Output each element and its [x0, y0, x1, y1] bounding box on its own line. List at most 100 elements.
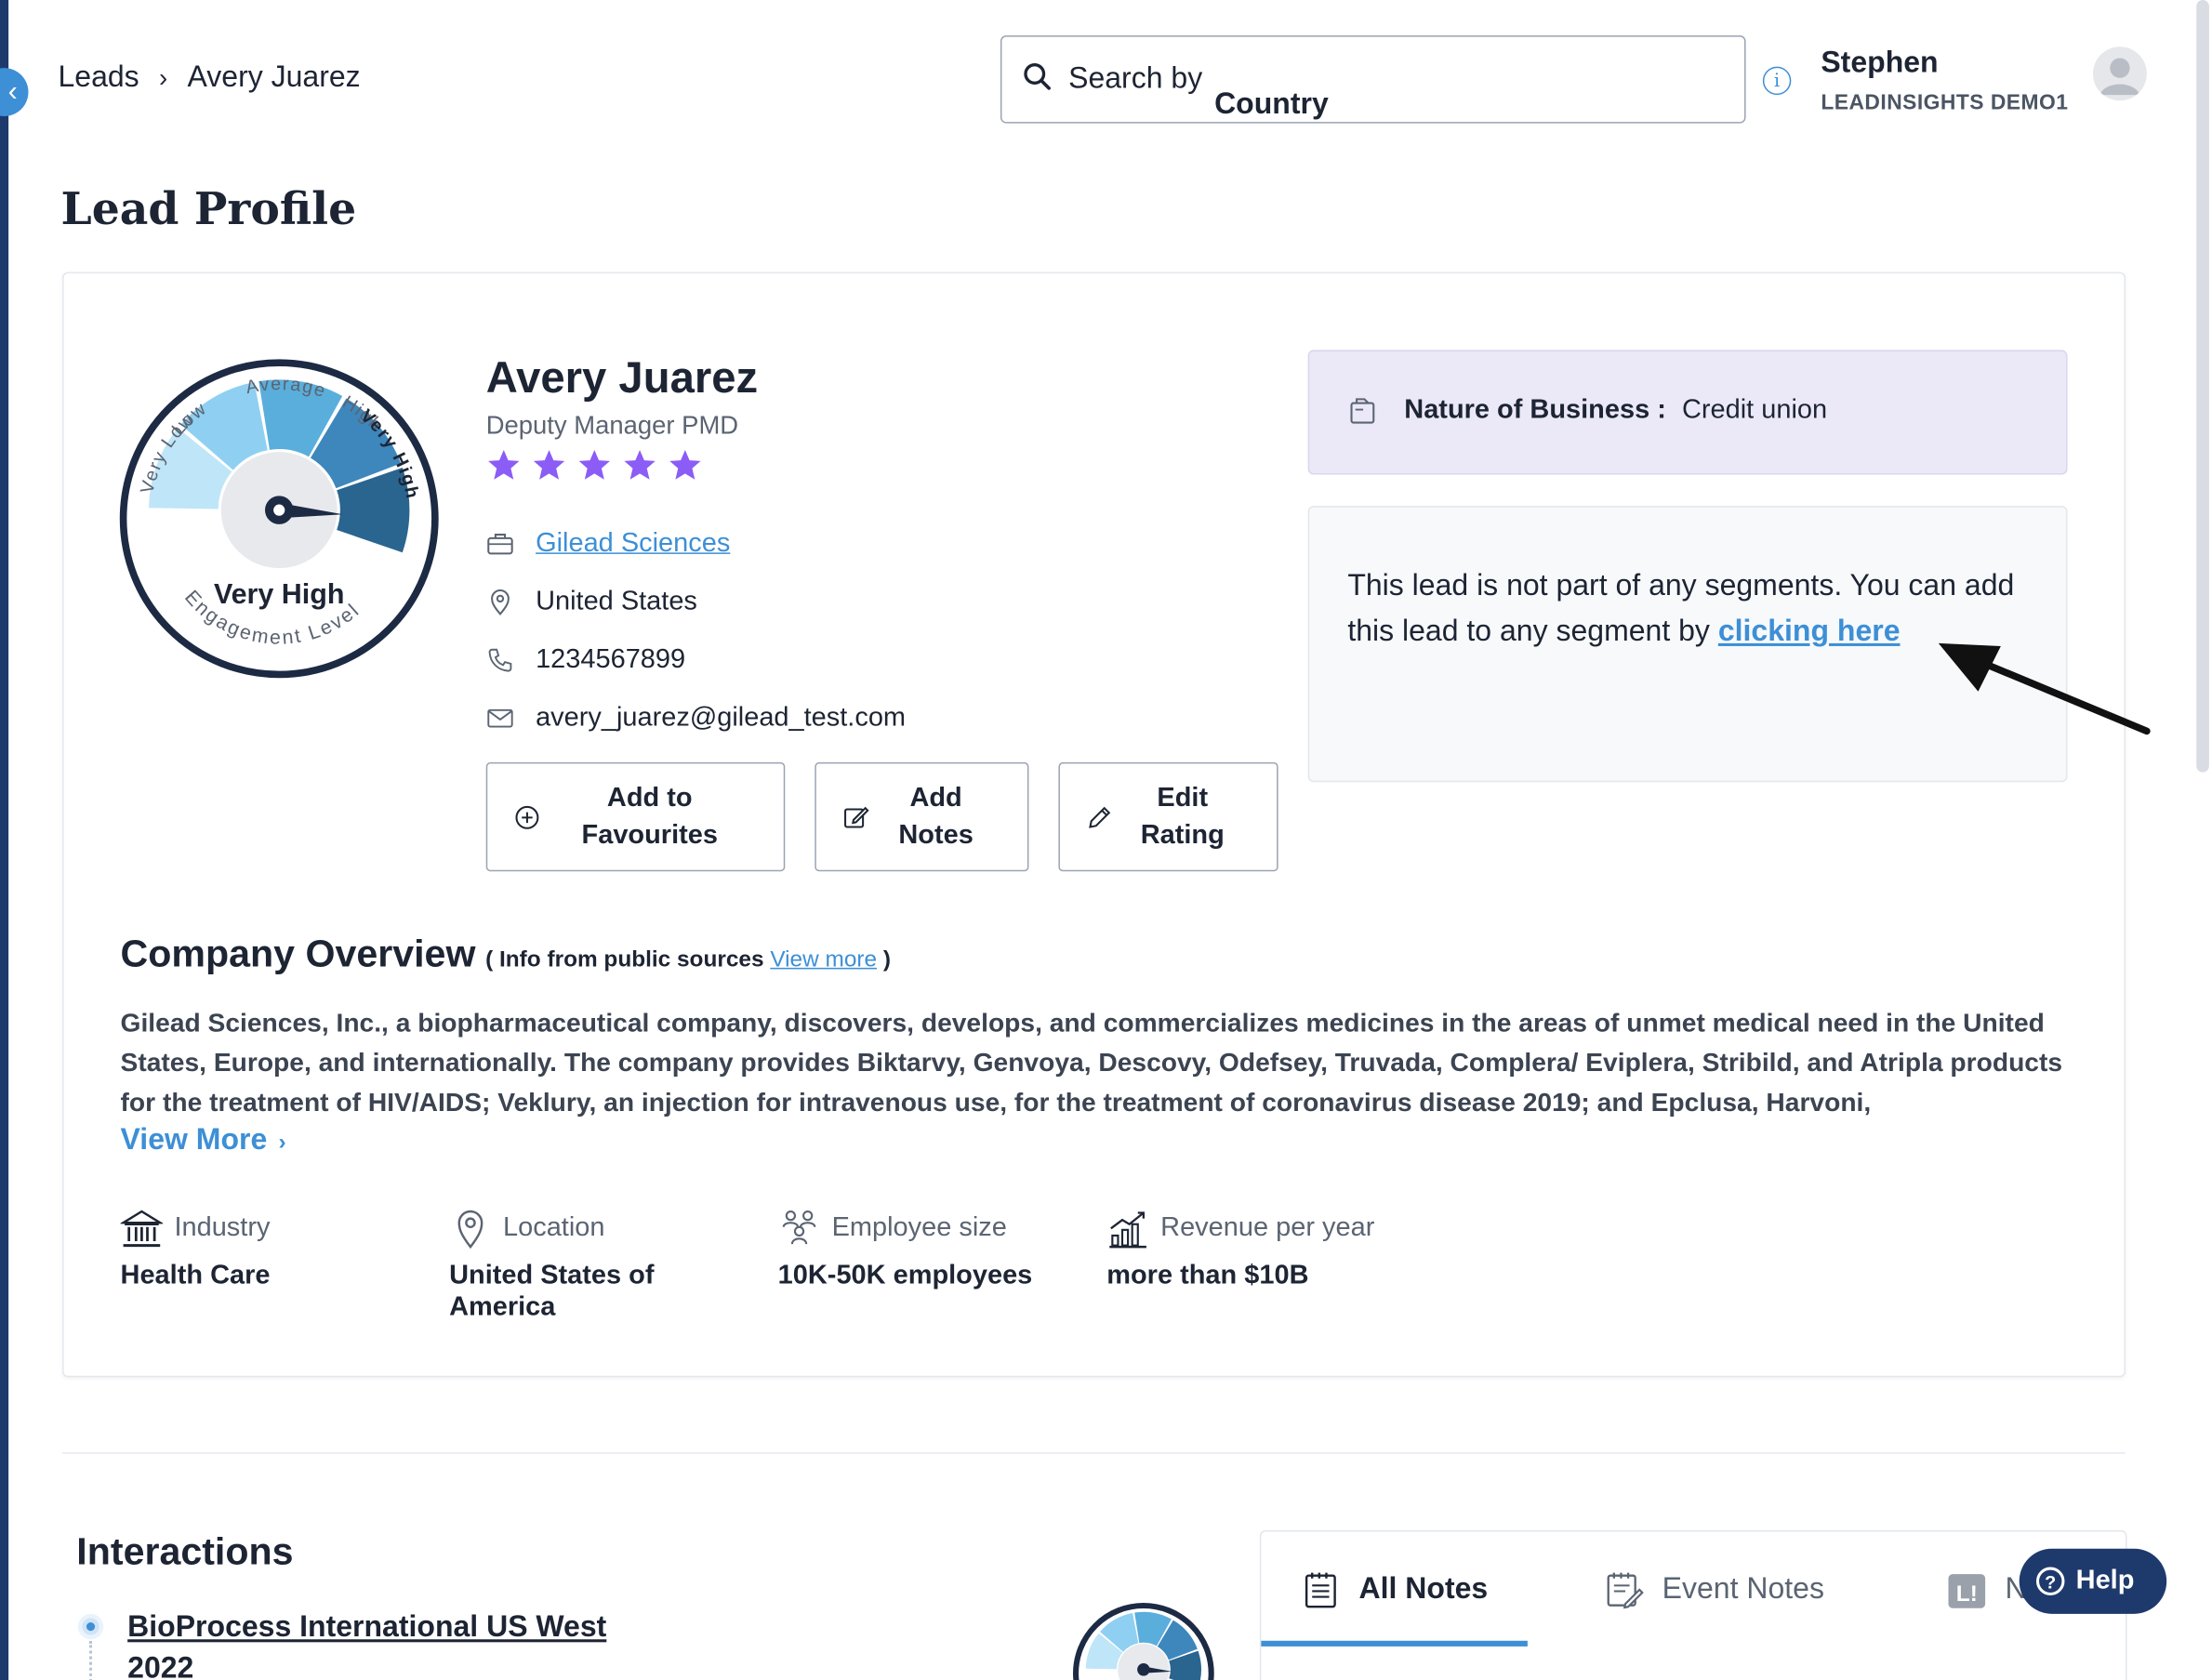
event-title-link[interactable]: BioProcess International US West 2022	[127, 1607, 666, 1680]
view-more-sources-link[interactable]: View more	[770, 948, 877, 972]
event-title-line-2: 2022	[127, 1651, 194, 1680]
search-input[interactable]: Search by Country	[1000, 35, 1746, 124]
interactions-title: Interactions	[76, 1529, 294, 1573]
avatar[interactable]	[2092, 46, 2147, 101]
phone-row: 1234567899	[486, 644, 685, 676]
stat-employees: Employee size 10K-50K employees	[777, 1207, 1033, 1291]
app-frame: ‹ Leads › Avery Juarez Search by Country…	[0, 0, 2212, 1680]
event-note-icon	[1607, 1572, 1644, 1609]
company-overview-header: Company Overview ( Info from public sour…	[121, 933, 891, 976]
location-label: Location	[503, 1212, 605, 1243]
industry-value: Health Care	[120, 1261, 271, 1291]
search-label: Search by	[1068, 62, 1203, 96]
chevron-right-icon: ›	[159, 62, 168, 92]
notes-label-2: Notes	[898, 819, 974, 850]
add-notes-button[interactable]: Add Notes	[815, 761, 1029, 872]
mini-engagement-gauge	[1073, 1603, 1214, 1680]
stat-location: Location United States of America	[449, 1207, 655, 1323]
lead-name: Avery Juarez	[485, 352, 759, 403]
add-to-favourites-button[interactable]: Add to Favourites	[485, 761, 786, 872]
view-more-label: View More	[120, 1123, 268, 1157]
timeline-line	[89, 1640, 95, 1680]
lead-email: avery_juarez@gilead_test.com	[536, 702, 907, 733]
page-title: Lead Profile	[60, 184, 357, 235]
bank-icon	[120, 1210, 164, 1248]
location-row: United States	[486, 587, 697, 618]
phone-icon	[488, 648, 512, 672]
timeline-dot	[82, 1618, 99, 1635]
rating-stars	[486, 448, 703, 483]
chevron-left-icon: ‹	[7, 75, 18, 108]
add-to-segment-link[interactable]: clicking here	[1718, 615, 1901, 647]
view-more-button[interactable]: View More ›	[121, 1124, 286, 1158]
star-icon	[669, 449, 701, 480]
search-field: Country	[1214, 87, 1329, 121]
revenue-label: Revenue per year	[1160, 1212, 1375, 1243]
event-title-line-1: BioProcess International US West	[127, 1610, 607, 1644]
employees-value: 10K-50K employees	[777, 1261, 1033, 1291]
help-label: Help	[2075, 1566, 2135, 1596]
annotation-arrow-icon	[1938, 642, 2151, 735]
company-link[interactable]: Gilead Sciences	[536, 528, 730, 560]
plus-circle-icon	[515, 805, 539, 829]
mail-icon	[487, 708, 513, 728]
business-value: Credit union	[1681, 395, 1828, 426]
location-value-1: United States of	[449, 1261, 655, 1291]
company-overview-source-prefix: ( Info from public sources	[485, 947, 764, 972]
tab-event-notes-label: Event Notes	[1662, 1572, 1825, 1606]
company-overview-title: Company Overview	[120, 932, 476, 975]
section-divider	[62, 1452, 2126, 1454]
star-icon	[624, 449, 656, 480]
search-icon	[1024, 63, 1051, 90]
sidebar-strip	[0, 0, 9, 1680]
rating-label-2: Rating	[1140, 819, 1225, 850]
pencil-icon	[1089, 806, 1111, 828]
rating-label-1: Edit	[1157, 783, 1209, 814]
notepad-icon	[1305, 1572, 1336, 1608]
sidebar-collapse-button[interactable]: ‹	[0, 68, 29, 116]
chevron-right-icon: ›	[278, 1131, 286, 1156]
company-description: Gilead Sciences, Inc., a biopharmaceutic…	[120, 1007, 2063, 1117]
gauge-level-label: Very High	[214, 578, 345, 610]
employees-label: Employee size	[831, 1212, 1007, 1243]
info-icon[interactable]: i	[1762, 66, 1792, 96]
user-name[interactable]: Stephen	[1821, 46, 1938, 81]
location-value-2: America	[449, 1291, 556, 1322]
lead-location: United States	[536, 586, 697, 616]
star-icon	[578, 449, 610, 480]
lead-title: Deputy Manager PMD	[485, 410, 739, 440]
notes-label-1: Add	[909, 783, 962, 814]
edit-note-icon	[844, 806, 869, 828]
stat-industry: Industry Health Care	[120, 1207, 271, 1291]
company-row: Gilead Sciences	[486, 528, 730, 560]
engagement-gauge: Very Low Low Average High Very High Very…	[119, 359, 439, 679]
revenue-chart-icon	[1109, 1211, 1146, 1249]
briefcase-icon	[487, 534, 513, 555]
user-avatar-icon	[2099, 58, 2140, 96]
favourites-label-2: Favourites	[581, 819, 718, 850]
star-icon	[533, 449, 565, 480]
edit-rating-button[interactable]: Edit Rating	[1058, 761, 1278, 872]
nature-of-business-box: Nature of Business : Credit union	[1307, 350, 2068, 475]
svg-text:L!: L!	[1956, 1581, 1978, 1607]
tab-other-notes[interactable]: L! N	[1947, 1570, 2027, 1610]
email-row: avery_juarez@gilead_test.com	[486, 703, 906, 734]
location-pin-icon	[457, 1210, 483, 1250]
tab-event-notes[interactable]: Event Notes	[1604, 1570, 1824, 1610]
tab-all-notes-label: All Notes	[1358, 1572, 1489, 1606]
help-button[interactable]: ? Help	[2019, 1548, 2167, 1614]
segments-message: This lead is not part of any segments. Y…	[1347, 569, 2015, 648]
favourites-label-1: Add to	[606, 783, 693, 814]
scrollbar[interactable]	[2196, 0, 2209, 773]
note-badge-icon: L!	[1948, 1574, 1986, 1608]
active-tab-indicator	[1261, 1640, 1528, 1647]
stat-revenue: Revenue per year more than $10B	[1106, 1207, 1374, 1291]
star-icon	[488, 449, 520, 480]
tab-all-notes[interactable]: All Notes	[1301, 1570, 1488, 1610]
lead-phone: 1234567899	[536, 644, 686, 675]
documents-icon	[1350, 398, 1375, 424]
breadcrumb-leads[interactable]: Leads	[58, 61, 139, 96]
breadcrumb: Leads › Avery Juarez	[58, 61, 360, 96]
revenue-value: more than $10B	[1106, 1261, 1309, 1291]
breadcrumb-current: Avery Juarez	[187, 60, 361, 94]
